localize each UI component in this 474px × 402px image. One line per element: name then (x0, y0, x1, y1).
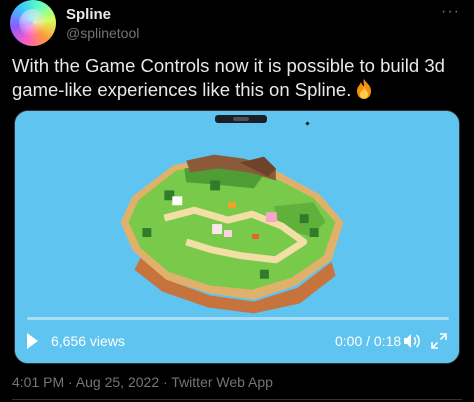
scene-toolbar (215, 115, 267, 123)
avatar[interactable] (10, 0, 56, 46)
video-player[interactable]: 6,656 views 0:00 / 0:18 (14, 110, 460, 364)
tweet-body: With the Game Controls now it is possibl… (12, 55, 445, 100)
volume-icon[interactable] (403, 333, 421, 349)
play-icon[interactable] (27, 333, 38, 349)
author-handle[interactable]: @splinetool (66, 25, 139, 41)
divider (12, 399, 462, 400)
tweet-text: With the Game Controls now it is possibl… (12, 54, 462, 102)
view-count: 6,656 views (51, 333, 125, 349)
tweet-timestamp[interactable]: 4:01 PM · Aug 25, 2022 · Twitter Web App (12, 374, 273, 390)
game-island-scene (15, 111, 459, 363)
fire-emoji-icon (357, 79, 372, 99)
more-options-icon[interactable]: ··· (441, 3, 460, 21)
author-name[interactable]: Spline (66, 6, 111, 23)
video-progress-bar[interactable] (27, 317, 449, 320)
video-time: 0:00 / 0:18 (335, 333, 402, 349)
expand-icon[interactable] (431, 333, 447, 349)
